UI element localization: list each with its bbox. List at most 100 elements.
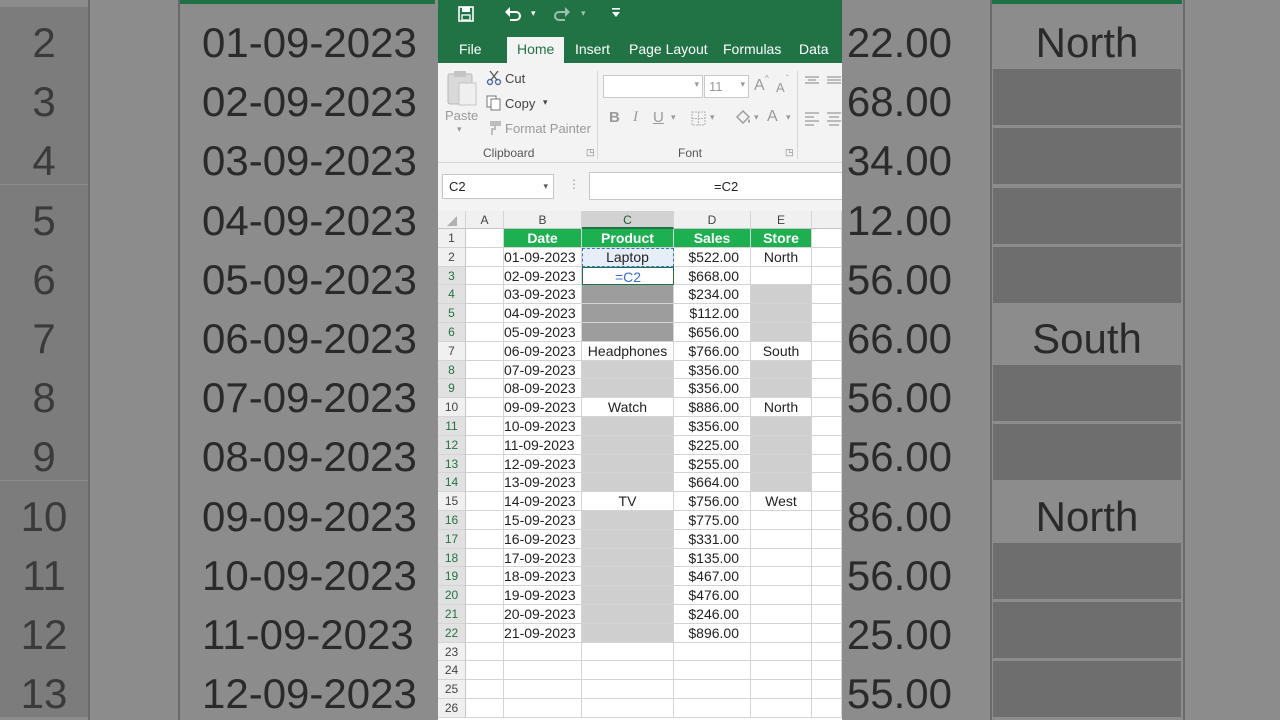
sales-cell[interactable]: $886.00 bbox=[674, 398, 751, 417]
store-cell[interactable] bbox=[751, 266, 812, 286]
row-header[interactable]: 16 bbox=[438, 511, 466, 530]
row-header[interactable]: 23 bbox=[438, 642, 466, 662]
date-cell[interactable]: 17-09-2023 bbox=[504, 548, 582, 568]
cell-a1[interactable] bbox=[466, 229, 504, 248]
cell-f[interactable] bbox=[812, 454, 842, 474]
date-cell[interactable]: 10-09-2023 bbox=[504, 417, 582, 436]
store-cell[interactable] bbox=[751, 285, 812, 305]
font-name-box[interactable]: ▾ bbox=[603, 75, 703, 98]
row-header[interactable]: 19 bbox=[438, 567, 466, 587]
empty-cell[interactable] bbox=[582, 699, 674, 718]
cell-a[interactable] bbox=[466, 285, 504, 305]
name-box[interactable]: C2 ▾ bbox=[442, 174, 554, 199]
row-header[interactable]: 10 bbox=[438, 398, 466, 417]
store-cell[interactable] bbox=[751, 454, 812, 474]
row-header[interactable]: 18 bbox=[438, 548, 466, 568]
cut-button[interactable]: Cut bbox=[505, 71, 525, 86]
empty-cell[interactable] bbox=[674, 642, 751, 662]
cell-a[interactable] bbox=[466, 341, 504, 361]
formula-input[interactable]: =C2 bbox=[714, 174, 738, 199]
store-cell[interactable] bbox=[751, 379, 812, 399]
cell-a[interactable] bbox=[466, 379, 504, 399]
sales-cell[interactable]: $112.00 bbox=[674, 304, 751, 323]
tab-page-layout[interactable]: Page Layout bbox=[629, 38, 708, 63]
sales-cell[interactable]: $756.00 bbox=[674, 492, 751, 511]
empty-cell[interactable] bbox=[582, 661, 674, 681]
paste-button[interactable]: Paste bbox=[445, 108, 478, 123]
date-cell[interactable]: 03-09-2023 bbox=[504, 285, 582, 305]
header-sales[interactable]: Sales bbox=[674, 229, 751, 248]
cell-f[interactable] bbox=[812, 511, 842, 530]
sales-cell[interactable]: $766.00 bbox=[674, 341, 751, 361]
empty-cell[interactable] bbox=[504, 661, 582, 681]
active-cell-editing[interactable]: =C2 bbox=[582, 266, 674, 286]
sales-cell[interactable]: $255.00 bbox=[674, 454, 751, 474]
cell-a[interactable] bbox=[466, 360, 504, 380]
row-header[interactable]: 1 bbox=[438, 229, 466, 248]
product-cell[interactable] bbox=[582, 417, 674, 436]
cell-f[interactable] bbox=[812, 247, 842, 267]
sales-cell[interactable]: $246.00 bbox=[674, 605, 751, 624]
empty-cell[interactable] bbox=[674, 699, 751, 718]
date-cell[interactable]: 20-09-2023 bbox=[504, 605, 582, 624]
cell-a[interactable] bbox=[466, 511, 504, 530]
store-cell[interactable] bbox=[751, 623, 812, 643]
cell-f[interactable] bbox=[812, 285, 842, 305]
cell-a[interactable] bbox=[466, 266, 504, 286]
cell-a[interactable] bbox=[466, 473, 504, 493]
cell-f[interactable] bbox=[812, 417, 842, 436]
store-cell[interactable] bbox=[751, 417, 812, 436]
align-center-icon[interactable] bbox=[826, 111, 842, 132]
date-cell[interactable]: 14-09-2023 bbox=[504, 492, 582, 511]
save-icon[interactable] bbox=[458, 6, 474, 27]
cell-f[interactable] bbox=[812, 379, 842, 399]
product-cell[interactable] bbox=[582, 473, 674, 493]
product-cell[interactable]: Laptop bbox=[582, 247, 674, 267]
column-header-e[interactable]: E bbox=[751, 211, 812, 229]
store-cell[interactable] bbox=[751, 567, 812, 587]
product-cell[interactable]: Watch bbox=[582, 398, 674, 417]
borders-icon[interactable] bbox=[691, 111, 706, 131]
cell-f[interactable] bbox=[812, 492, 842, 511]
shrink-font-button[interactable]: A bbox=[776, 80, 785, 95]
grow-font-button[interactable]: A bbox=[754, 77, 765, 95]
empty-cell[interactable] bbox=[582, 642, 674, 662]
sales-cell[interactable]: $234.00 bbox=[674, 285, 751, 305]
empty-cell[interactable] bbox=[812, 661, 842, 681]
date-cell[interactable]: 01-09-2023 bbox=[504, 247, 582, 267]
product-cell[interactable] bbox=[582, 454, 674, 474]
tab-data[interactable]: Data bbox=[799, 38, 829, 63]
clipboard-launcher-icon[interactable]: ◳ bbox=[586, 147, 595, 158]
empty-cell[interactable] bbox=[812, 642, 842, 662]
cell-f[interactable] bbox=[812, 473, 842, 493]
fill-color-icon[interactable] bbox=[734, 109, 752, 132]
row-header[interactable]: 9 bbox=[438, 379, 466, 399]
date-cell[interactable]: 13-09-2023 bbox=[504, 473, 582, 493]
empty-cell[interactable] bbox=[466, 699, 504, 718]
column-header-d[interactable]: D bbox=[674, 211, 751, 229]
column-header-f[interactable] bbox=[812, 211, 842, 229]
cell-f[interactable] bbox=[812, 567, 842, 587]
sales-cell[interactable]: $356.00 bbox=[674, 379, 751, 399]
row-header[interactable]: 13 bbox=[438, 454, 466, 474]
empty-cell[interactable] bbox=[674, 661, 751, 681]
header-date[interactable]: Date bbox=[504, 229, 582, 248]
date-cell[interactable]: 18-09-2023 bbox=[504, 567, 582, 587]
sales-cell[interactable]: $775.00 bbox=[674, 511, 751, 530]
empty-cell[interactable] bbox=[466, 680, 504, 699]
undo-dropdown-icon[interactable]: ▾ bbox=[531, 8, 536, 19]
cell-a[interactable] bbox=[466, 605, 504, 624]
row-header[interactable]: 24 bbox=[438, 661, 466, 681]
row-header[interactable]: 21 bbox=[438, 605, 466, 624]
empty-cell[interactable] bbox=[812, 680, 842, 699]
paste-icon[interactable] bbox=[446, 69, 478, 112]
cell-a[interactable] bbox=[466, 304, 504, 323]
date-cell[interactable]: 05-09-2023 bbox=[504, 323, 582, 342]
cell-f[interactable] bbox=[812, 323, 842, 342]
tab-formulas[interactable]: Formulas bbox=[723, 38, 781, 63]
sales-cell[interactable]: $896.00 bbox=[674, 623, 751, 643]
empty-cell[interactable] bbox=[466, 661, 504, 681]
redo-icon[interactable] bbox=[553, 6, 571, 27]
empty-cell[interactable] bbox=[751, 642, 812, 662]
empty-cell[interactable] bbox=[582, 680, 674, 699]
